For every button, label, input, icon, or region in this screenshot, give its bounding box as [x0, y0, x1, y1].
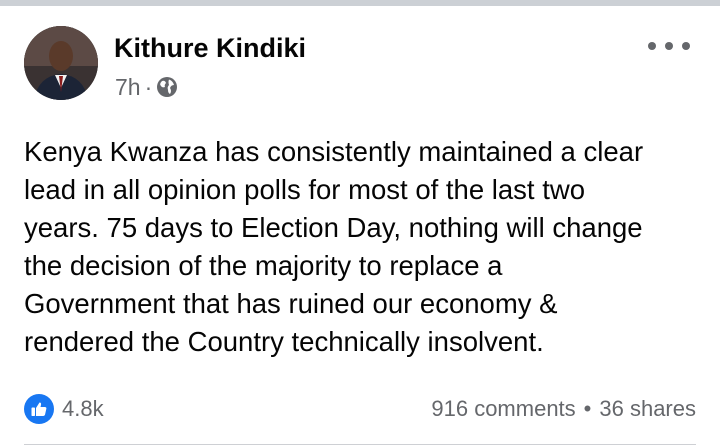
post-timestamp[interactable]: 7h: [115, 74, 141, 101]
engagement-separator: •: [583, 396, 592, 421]
post-meta: 7h ·: [115, 72, 178, 102]
author-name[interactable]: Kithure Kindiki: [114, 32, 306, 64]
more-dot-icon: [682, 42, 690, 50]
more-dot-icon: [648, 42, 656, 50]
avatar-photo: [24, 26, 98, 100]
like-icon: [24, 394, 54, 424]
shares-count[interactable]: 36 shares: [599, 396, 696, 422]
globe-icon[interactable]: [156, 76, 178, 98]
comments-count[interactable]: 916 comments: [431, 396, 575, 422]
more-options-button[interactable]: [648, 34, 690, 58]
post-body-text: Kenya Kwanza has consistently maintained…: [24, 136, 644, 357]
engagement-stats: 916 comments • 36 shares: [431, 393, 696, 425]
meta-separator: ·: [144, 73, 153, 100]
reactions-summary[interactable]: 4.8k: [24, 393, 104, 425]
more-dot-icon: [665, 42, 673, 50]
author-avatar[interactable]: [24, 26, 98, 100]
facebook-post: Kithure Kindiki 7h · Kenya Kwanza has co…: [0, 6, 720, 445]
reaction-count: 4.8k: [62, 396, 104, 421]
